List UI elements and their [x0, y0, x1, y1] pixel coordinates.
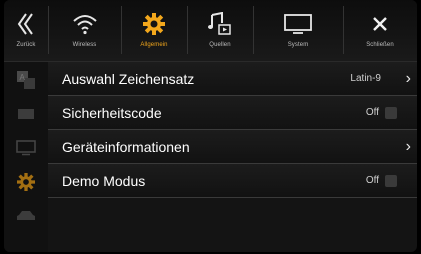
toggle-switch[interactable] [385, 107, 397, 119]
close-button[interactable]: Schließen [343, 0, 417, 61]
list-item-auswahl-zeichensatz[interactable]: Auswahl Zeichensatz Latin-9 › [48, 62, 417, 96]
row-value: Latin-9 [350, 73, 381, 84]
list-item-geraeteinformationen[interactable]: Geräteinformationen › [48, 130, 417, 164]
tab-quellen[interactable]: Quellen [187, 0, 253, 61]
back-label: Zurück [16, 42, 36, 48]
row-label: Geräteinformationen [62, 139, 190, 155]
row-label: Auswahl Zeichensatz [62, 71, 195, 87]
chevron-right-icon: › [405, 70, 411, 87]
car-icon[interactable] [16, 206, 36, 226]
svg-text:A: A [20, 73, 26, 82]
back-button[interactable]: Zurück [4, 0, 48, 61]
gear-icon[interactable] [16, 172, 36, 192]
wifi-icon [72, 8, 98, 40]
display-icon[interactable] [16, 104, 36, 124]
toggle-switch[interactable] [385, 175, 397, 187]
tab-quellen-label: Quellen [209, 42, 231, 48]
close-icon [371, 8, 389, 40]
language-icon[interactable]: A [16, 70, 36, 90]
settings-list: Auswahl Zeichensatz Latin-9 › Sicherheit… [48, 62, 417, 198]
row-value: Off [365, 175, 379, 186]
row-value: Off [365, 107, 379, 118]
list-item-sicherheitscode[interactable]: Sicherheitscode Off [48, 96, 417, 130]
row-label: Demo Modus [62, 173, 146, 189]
row-label: Sicherheitscode [62, 105, 162, 121]
category-sidebar: A [4, 62, 48, 252]
tab-wireless[interactable]: Wireless [48, 0, 121, 61]
monitor-icon [283, 8, 313, 40]
double-chevron-left-icon [15, 8, 37, 40]
gear-icon [143, 8, 165, 40]
music-source-icon [208, 8, 232, 40]
top-navigation-bar: Zurück Wireless Allgemein Quellen System… [4, 0, 417, 62]
settings-screen: Zurück Wireless Allgemein Quellen System… [4, 0, 417, 252]
tab-wireless-label: Wireless [72, 42, 97, 48]
chevron-right-icon: › [405, 138, 411, 155]
tab-allgemein[interactable]: Allgemein [121, 0, 187, 61]
screen-icon[interactable] [16, 138, 36, 158]
tab-system[interactable]: System [253, 0, 343, 61]
list-item-demo-modus[interactable]: Demo Modus Off [48, 164, 417, 198]
close-label: Schließen [366, 42, 394, 48]
tab-system-label: System [287, 42, 309, 48]
tab-allgemein-label: Allgemein [140, 42, 168, 48]
